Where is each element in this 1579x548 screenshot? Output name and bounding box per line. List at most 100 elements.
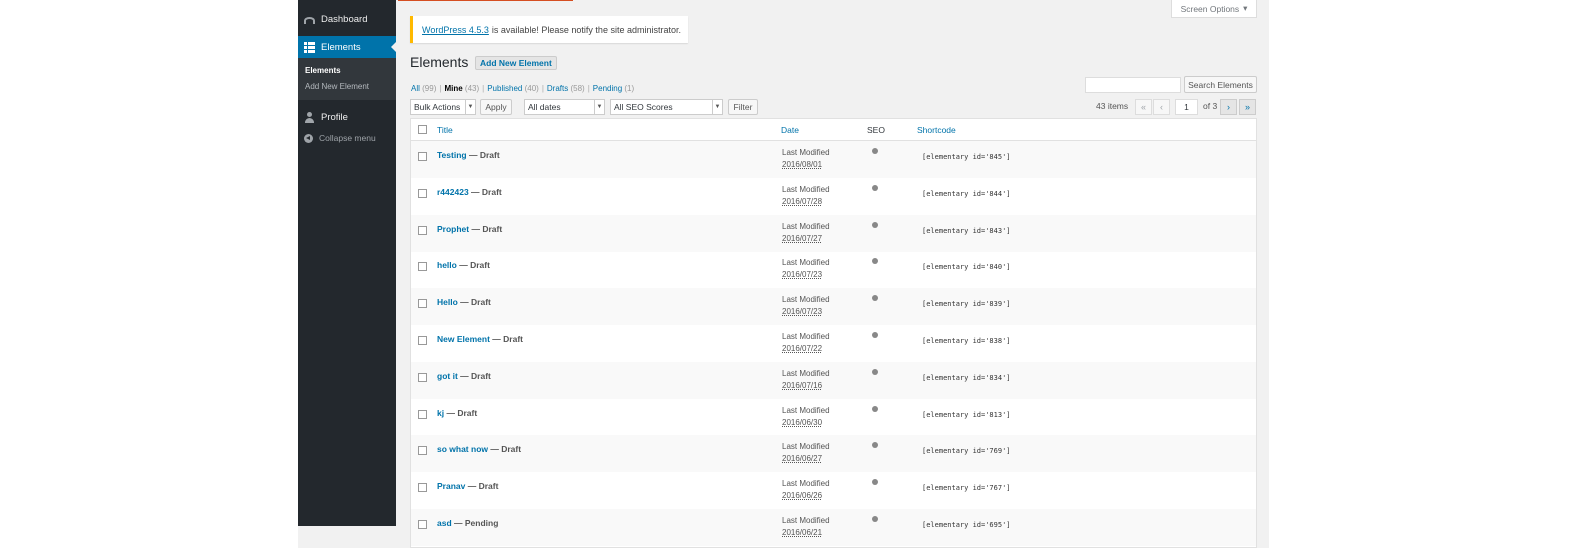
last-page-button[interactable]: »	[1239, 99, 1256, 115]
row-checkbox[interactable]	[418, 188, 427, 198]
row-title-link[interactable]: asd	[437, 518, 452, 528]
table-row: Testing — Draft Last Modified 2016/08/01 [e…	[411, 141, 1256, 178]
seo-score-dot	[872, 368, 878, 375]
row-status: — Draft	[460, 370, 491, 381]
row-status: — Draft	[446, 407, 478, 418]
row-date-label: Last Modified	[782, 442, 830, 452]
row-checkbox[interactable]	[418, 446, 427, 456]
row-date: 2016/06/21	[782, 528, 823, 537]
row-shortcode: [elementary id='813']	[922, 410, 1011, 419]
row-shortcode: [elementary id='845']	[922, 153, 1011, 161]
row-date-label: Last Modified	[782, 368, 830, 378]
row-status: — Draft	[459, 260, 490, 271]
sidebar-item-label: Dashboard	[321, 13, 368, 25]
row-date: 2016/07/16	[782, 380, 823, 390]
column-title[interactable]: Title	[437, 125, 453, 135]
current-page-input[interactable]: 1	[1175, 99, 1198, 115]
row-checkbox[interactable]	[418, 520, 427, 529]
column-shortcode[interactable]: Shortcode	[917, 125, 956, 135]
dashboard-icon	[304, 16, 315, 24]
seo-score-dot	[872, 405, 878, 412]
row-title-link[interactable]: Testing	[437, 150, 467, 160]
table-row: asd — Pending Last Modified 2016/06/21 [ele…	[411, 509, 1256, 546]
select-arrow-icon: ▼	[712, 100, 722, 114]
add-new-element-button[interactable]: Add New Element	[475, 56, 557, 70]
table-row: Prophet — Draft Last Modified 2016/07/27 [e…	[411, 214, 1256, 252]
view-mine[interactable]: Mine (43)	[444, 84, 479, 93]
row-title-link[interactable]: New Element	[437, 334, 490, 344]
dates-select[interactable]: All dates ▼	[524, 99, 605, 115]
sidebar-item-label: Elements	[321, 41, 361, 53]
row-checkbox[interactable]	[418, 483, 427, 493]
view-all[interactable]: All (99)	[411, 84, 436, 93]
row-checkbox[interactable]	[418, 409, 427, 419]
row-date-label: Last Modified	[782, 332, 830, 341]
row-date: 2016/07/23	[782, 307, 823, 317]
first-page-button[interactable]: «	[1135, 99, 1152, 115]
view-published[interactable]: Published (40)	[487, 84, 539, 93]
seo-scores-select[interactable]: All SEO Scores ▼	[610, 99, 723, 115]
row-date-label: Last Modified	[782, 184, 830, 194]
bulk-actions-value: Bulk Actions	[414, 102, 461, 112]
row-shortcode: [elementary id='843']	[922, 226, 1011, 235]
row-checkbox[interactable]	[418, 372, 427, 382]
top-accent-line	[398, 0, 573, 1]
row-status: — Draft	[490, 444, 522, 455]
row-status: — Draft	[460, 297, 491, 308]
row-checkbox[interactable]	[418, 336, 427, 345]
row-checkbox[interactable]	[418, 152, 427, 161]
table-row: New Element — Draft Last Modified 2016/07/…	[411, 325, 1256, 362]
submenu-item-add-new[interactable]: Add New Element	[305, 82, 369, 91]
page-title: Elements	[410, 54, 469, 70]
submenu-item-elements[interactable]: Elements	[305, 66, 341, 75]
select-all-checkbox[interactable]	[418, 125, 427, 134]
row-checkbox[interactable]	[418, 225, 427, 235]
prev-page-button[interactable]: ‹	[1153, 99, 1170, 115]
bulk-actions-select[interactable]: Bulk Actions ▼	[410, 99, 476, 115]
row-date-label: Last Modified	[782, 479, 830, 489]
row-title-link[interactable]: r442423	[437, 187, 469, 197]
row-title-link[interactable]: Pranav	[437, 481, 465, 491]
view-drafts[interactable]: Drafts (58)	[547, 84, 585, 93]
sidebar-item-elements[interactable]: Elements	[298, 36, 396, 58]
update-link[interactable]: WordPress 4.5.3	[422, 25, 489, 35]
column-date[interactable]: Date	[781, 125, 799, 135]
row-title-link[interactable]: got it	[437, 371, 458, 381]
total-pages: of 3	[1203, 101, 1218, 111]
seo-score-dot	[872, 148, 878, 154]
dates-value: All dates	[528, 102, 561, 112]
row-date: 2016/06/30	[782, 417, 823, 427]
row-shortcode: [elementary id='769']	[922, 447, 1011, 456]
seo-score-dot	[872, 221, 878, 228]
table-row: r442423 — Draft Last Modified 2016/07/28 [e…	[411, 178, 1256, 215]
search-elements-button[interactable]: Search Elements	[1184, 76, 1257, 93]
select-arrow-icon: ▼	[465, 100, 475, 114]
apply-button[interactable]: Apply	[480, 99, 512, 115]
row-title-link[interactable]: Hello	[437, 297, 458, 307]
sidebar-item-profile[interactable]: Profile	[298, 106, 396, 128]
next-page-button[interactable]: ›	[1220, 99, 1237, 115]
row-title-link[interactable]: so what now	[437, 444, 488, 454]
collapse-menu-button[interactable]: Collapse menu	[298, 127, 396, 149]
collapse-menu-label: Collapse menu	[319, 133, 376, 143]
row-title-cell: New Element — Draft	[437, 334, 523, 344]
row-checkbox[interactable]	[418, 262, 427, 272]
row-status: — Draft	[471, 223, 503, 234]
row-checkbox[interactable]	[418, 299, 427, 309]
row-date: 2016/06/27	[782, 454, 823, 464]
view-pending[interactable]: Pending (1)	[593, 84, 634, 93]
screen-options-button[interactable]: Screen Options ▾	[1171, 0, 1257, 18]
screen-options-label: Screen Options	[1180, 3, 1240, 14]
column-seo: SEO	[867, 125, 885, 135]
row-status: — Draft	[492, 334, 523, 344]
row-title-link[interactable]: Prophet	[437, 224, 469, 234]
grid-icon	[304, 41, 315, 53]
row-title-link[interactable]: kj	[437, 408, 444, 418]
seo-score-dot	[872, 184, 878, 191]
row-shortcode: [elementary id='838']	[922, 337, 1011, 345]
sidebar-item-dashboard[interactable]: Dashboard	[298, 8, 396, 30]
filter-button[interactable]: Filter	[728, 99, 758, 115]
items-count: 43 items	[1096, 101, 1129, 111]
search-input[interactable]	[1085, 77, 1181, 93]
row-title-link[interactable]: hello	[437, 260, 457, 270]
